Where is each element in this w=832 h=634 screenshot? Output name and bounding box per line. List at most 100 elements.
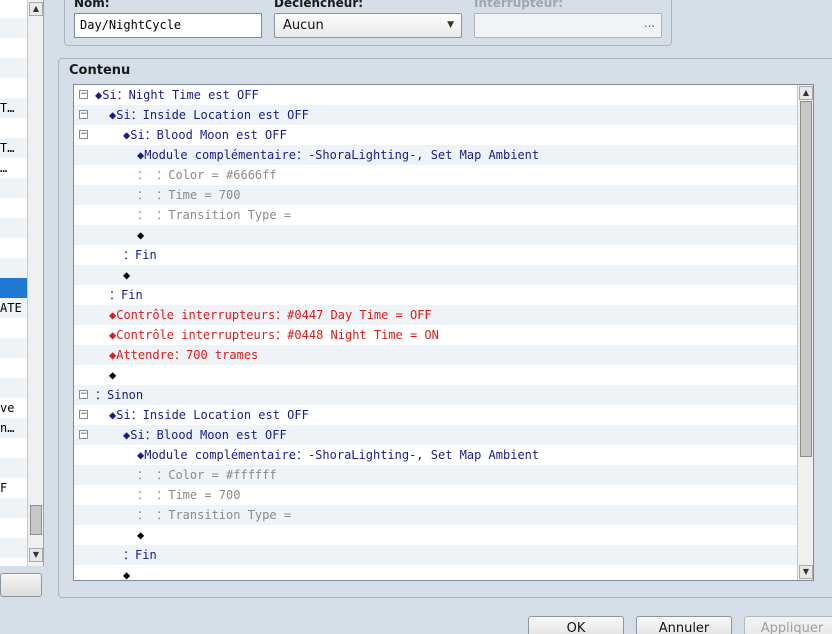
- command-text: ： ：Time = 700: [137, 488, 241, 502]
- chevron-down-icon: ▼: [447, 20, 454, 30]
- table-row[interactable]: ： ：Color = #6666ff: [74, 165, 797, 185]
- command-text: ◆: [123, 268, 131, 282]
- command-text: ： ：Transition Type =: [137, 508, 292, 522]
- list-item[interactable]: T…: [0, 98, 27, 118]
- table-row[interactable]: − ：Sinon: [74, 385, 797, 405]
- table-row[interactable]: ： ：Time = 700: [74, 185, 797, 205]
- list-item[interactable]: [0, 18, 27, 38]
- command-text: ◆Contrôle interrupteurs：#0448 Night Time…: [109, 328, 439, 342]
- left-panel-button[interactable]: [0, 573, 42, 597]
- list-item[interactable]: [0, 278, 27, 298]
- list-item[interactable]: [0, 118, 27, 138]
- list-item[interactable]: [0, 438, 27, 458]
- table-row[interactable]: ：Fin: [74, 245, 797, 265]
- list-item[interactable]: [0, 178, 27, 198]
- table-row[interactable]: ： ：Transition Type =: [74, 205, 797, 225]
- table-row[interactable]: ◆: [74, 225, 797, 245]
- list-item[interactable]: F: [0, 478, 27, 498]
- switch-field: …: [474, 13, 662, 38]
- list-item[interactable]: [0, 0, 27, 18]
- collapse-icon[interactable]: −: [79, 110, 88, 119]
- ok-button[interactable]: OK: [528, 616, 624, 634]
- table-row[interactable]: ： ：Color = #ffffff: [74, 465, 797, 485]
- command-text: ：Sinon: [95, 388, 144, 402]
- collapse-icon[interactable]: −: [79, 90, 88, 99]
- table-row[interactable]: ◆: [74, 265, 797, 285]
- list-item[interactable]: [0, 458, 27, 478]
- list-item[interactable]: [0, 38, 27, 58]
- list-item[interactable]: ve: [0, 398, 27, 418]
- table-row[interactable]: ◆: [74, 565, 797, 580]
- list-item[interactable]: [0, 338, 27, 358]
- collapse-icon[interactable]: −: [79, 130, 88, 139]
- table-row[interactable]: − ◆Si：Night Time est OFF: [74, 85, 797, 105]
- list-item[interactable]: [0, 538, 27, 558]
- scroll-down-icon[interactable]: ▼: [799, 565, 813, 579]
- table-row[interactable]: − ◆Si：Inside Location est OFF: [74, 105, 797, 125]
- table-row[interactable]: − ◆Si：Inside Location est OFF: [74, 405, 797, 425]
- command-text: ： ：Color = #6666ff: [137, 168, 277, 182]
- scroll-thumb[interactable]: [800, 101, 812, 457]
- list-item[interactable]: [0, 318, 27, 338]
- command-text: ◆Module complémentaire：-ShoraLighting-, …: [137, 448, 540, 462]
- table-row[interactable]: ◆Contrôle interrupteurs：#0447 Day Time =…: [74, 305, 797, 325]
- list-item[interactable]: [0, 498, 27, 518]
- switch-label: Interrupteur:: [474, 0, 563, 10]
- command-text: ◆Contrôle interrupteurs：#0447 Day Time =…: [109, 308, 432, 322]
- table-row[interactable]: − ◆Si：Blood Moon est OFF: [74, 125, 797, 145]
- list-item[interactable]: [0, 258, 27, 278]
- command-text: ◆Si：Blood Moon est OFF: [123, 128, 287, 142]
- collapse-icon[interactable]: −: [79, 390, 88, 399]
- scroll-up-icon[interactable]: ▲: [29, 2, 43, 16]
- table-row[interactable]: ◆: [74, 365, 797, 385]
- list-item[interactable]: [0, 78, 27, 98]
- table-row[interactable]: ◆Module complémentaire：-ShoraLighting-, …: [74, 445, 797, 465]
- command-text: ◆Si：Inside Location est OFF: [109, 408, 309, 422]
- trigger-select[interactable]: Aucun ▼: [274, 13, 462, 38]
- scroll-thumb[interactable]: [30, 505, 42, 535]
- command-text: ◆Si：Inside Location est OFF: [109, 108, 309, 122]
- cancel-button[interactable]: Annuler: [636, 616, 732, 634]
- scroll-down-icon[interactable]: ▼: [29, 548, 43, 562]
- event-list-panel[interactable]: T… T…… ATE ve n… F ▲ ▼: [0, 0, 44, 566]
- trigger-value: Aucun: [283, 18, 324, 33]
- table-row[interactable]: ◆: [74, 525, 797, 545]
- list-item[interactable]: [0, 58, 27, 78]
- list-item[interactable]: [0, 358, 27, 378]
- table-row[interactable]: ： ：Transition Type =: [74, 505, 797, 525]
- list-item[interactable]: [0, 218, 27, 238]
- command-text: ◆Si：Blood Moon est OFF: [123, 428, 287, 442]
- command-text: ◆Attendre：700 trames: [109, 348, 259, 362]
- collapse-icon[interactable]: −: [79, 430, 88, 439]
- content-scrollbar[interactable]: ▲ ▼: [797, 85, 813, 580]
- table-row[interactable]: − ◆Si：Blood Moon est OFF: [74, 425, 797, 445]
- table-row[interactable]: ：Fin: [74, 545, 797, 565]
- switch-browse-button: …: [644, 17, 655, 30]
- trigger-label: Déclencheur:: [274, 0, 364, 10]
- list-item[interactable]: ATE: [0, 298, 27, 318]
- name-input[interactable]: Day/NightCycle: [74, 13, 262, 38]
- left-scrollbar[interactable]: ▲ ▼: [27, 0, 43, 566]
- list-item[interactable]: [0, 238, 27, 258]
- table-row[interactable]: ◆Module complémentaire：-ShoraLighting-, …: [74, 145, 797, 165]
- command-text: ◆: [109, 368, 117, 382]
- command-text: ◆Si：Night Time est OFF: [95, 88, 259, 102]
- table-row[interactable]: ：Fin: [74, 285, 797, 305]
- list-item[interactable]: [0, 378, 27, 398]
- table-row[interactable]: ◆Attendre：700 trames: [74, 345, 797, 365]
- collapse-icon[interactable]: −: [79, 410, 88, 419]
- list-item[interactable]: n…: [0, 418, 27, 438]
- apply-button[interactable]: Appliquer: [744, 616, 832, 634]
- list-item[interactable]: …: [0, 158, 27, 178]
- list-item[interactable]: [0, 198, 27, 218]
- scroll-up-icon[interactable]: ▲: [799, 86, 813, 100]
- content-title: Contenu: [69, 63, 131, 78]
- list-item[interactable]: T…: [0, 138, 27, 158]
- table-row[interactable]: ◆Contrôle interrupteurs：#0448 Night Time…: [74, 325, 797, 345]
- command-text: ：Fin: [123, 248, 157, 262]
- list-item[interactable]: [0, 518, 27, 538]
- command-text: ◆Module complémentaire：-ShoraLighting-, …: [137, 148, 540, 162]
- event-commands-list[interactable]: − ◆Si：Night Time est OFF − ◆Si：Inside Locat…: [73, 84, 814, 581]
- command-text: ： ：Transition Type =: [137, 208, 292, 222]
- table-row[interactable]: ： ：Time = 700: [74, 485, 797, 505]
